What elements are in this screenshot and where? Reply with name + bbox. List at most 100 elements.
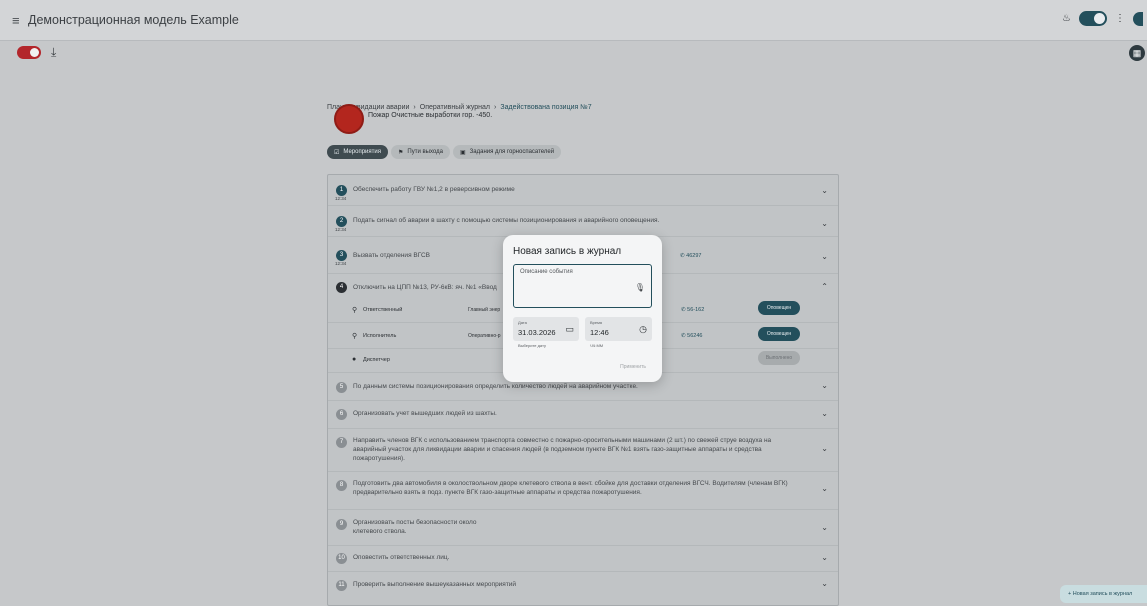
phone-number-text: 56246 xyxy=(687,333,703,339)
notified-button[interactable]: Оповещен xyxy=(758,301,800,315)
list-item[interactable]: 1 12:34 Обеспечить работу ГВУ №1,2 в рев… xyxy=(328,175,838,206)
executor-label: Исполнитель xyxy=(363,333,397,339)
clipboard-icon: ▣ xyxy=(459,149,466,156)
list-item[interactable]: 7 Направить членов ВГК с использованием … xyxy=(328,429,838,472)
phone-number[interactable]: ✆ 56246 xyxy=(681,333,702,339)
microphone-icon[interactable]: 🎙 xyxy=(635,283,645,292)
step-number: 3 xyxy=(336,250,347,261)
chevron-down-icon[interactable]: ⌄ xyxy=(821,381,828,390)
chevron-down-icon[interactable]: ⌄ xyxy=(821,252,828,261)
chevron-down-icon[interactable]: ⌄ xyxy=(821,553,828,562)
user-icon[interactable] xyxy=(1133,11,1143,26)
step-number: 7 xyxy=(336,437,347,448)
time-field[interactable]: Время 12:46 ◷ xyxy=(585,317,652,341)
step-number: 8 xyxy=(336,480,347,491)
step-number: 9 xyxy=(336,519,347,530)
date-label: Дата xyxy=(518,320,527,325)
menu-icon[interactable]: ≡ xyxy=(12,13,20,28)
clock-icon[interactable]: ◷ xyxy=(639,324,647,335)
app-title: Демонстрационная модель Example xyxy=(28,13,239,27)
step-text: Подать сигнал об аварии в шахту с помощь… xyxy=(353,217,660,224)
chevron-right-icon: › xyxy=(494,104,497,111)
breadcrumb-item-current: Задействована позиция №7 xyxy=(500,104,592,111)
time-value: 12:46 xyxy=(590,328,609,337)
calendar-icon[interactable]: ▦ xyxy=(1129,45,1145,61)
more-vert-icon[interactable]: ⋮ xyxy=(1115,13,1125,24)
phone-number-text: 46297 xyxy=(686,253,702,259)
chevron-down-icon[interactable]: ⌄ xyxy=(821,409,828,418)
fab-label: Новая запись в журнал xyxy=(1072,591,1133,597)
description-placeholder: Описание события xyxy=(520,269,573,275)
check-circle-icon: ● xyxy=(352,356,357,363)
step-number: 10 xyxy=(336,553,347,564)
step-number: 5 xyxy=(336,382,347,393)
incident-title: Пожар Очистные выработки гор. -450. xyxy=(368,112,493,119)
list-item[interactable]: 6 Организовать учет вышедших людей из ша… xyxy=(328,401,838,429)
step-text: По данным системы позиционирования опред… xyxy=(353,383,638,390)
step-text: Подготовить два автомобиля в околостволь… xyxy=(353,480,788,496)
chevron-down-icon[interactable]: ⌄ xyxy=(821,186,828,195)
tab-measures[interactable]: ☑ Мероприятия xyxy=(327,145,389,159)
list-item[interactable]: 10 Оповестить ответственных лиц. ⌄ xyxy=(328,546,838,572)
step-number: 11 xyxy=(336,580,347,591)
tab-label: Пути выхода xyxy=(407,149,443,155)
done-button[interactable]: Выполнено xyxy=(758,351,800,365)
new-journal-entry-dialog: Новая запись в журнал Описание события 🎙… xyxy=(503,235,662,382)
flame-icon[interactable]: ♨ xyxy=(1062,13,1071,24)
responsible-value: Главный энер xyxy=(468,307,501,313)
breadcrumb-item-journal[interactable]: Оперативный журнал xyxy=(420,104,490,111)
person-icon: ⚲ xyxy=(352,307,358,314)
sub-toolbar: ⤓ ▦ xyxy=(0,41,1147,65)
top-app-bar: ≡ Демонстрационная модель Example ♨ ⋮ xyxy=(0,0,1147,41)
tab-bar: ☑ Мероприятия ⚑ Пути выхода ▣ Задания для г… xyxy=(327,145,562,159)
executor-value: Оперативно-р xyxy=(468,333,501,339)
new-journal-entry-button[interactable]: + Новая запись в журнал xyxy=(1060,585,1147,603)
breadcrumb: План ликвидации аварии › Оперативный журна… xyxy=(327,104,592,111)
tab-label: Задания для горноспасателей xyxy=(469,149,555,155)
step-time: 12:34 xyxy=(335,227,347,232)
dispatcher-label: Диспетчер xyxy=(363,357,390,363)
walking-icon: ⚑ xyxy=(398,149,404,156)
apply-button[interactable]: Применить xyxy=(620,364,646,370)
plus-icon: + xyxy=(1068,591,1072,597)
date-hint: Выберите дату xyxy=(518,343,546,348)
step-text: Проверить выполнение вышеуказанных мероп… xyxy=(353,581,517,588)
phone-number[interactable]: ✆ 56-162 xyxy=(681,307,704,313)
chevron-up-icon[interactable]: ⌃ xyxy=(821,282,828,291)
incident-status-icon xyxy=(334,104,364,134)
list-item[interactable]: 2 12:34 Подать сигнал об аварии в шахту … xyxy=(328,206,838,237)
responsible-label: Ответственный xyxy=(363,307,403,313)
chevron-down-icon[interactable]: ⌄ xyxy=(821,444,828,453)
chevron-down-icon[interactable]: ⌄ xyxy=(821,484,828,493)
time-hint: ЧЧ:ММ xyxy=(590,343,604,348)
check-square-icon: ☑ xyxy=(334,149,340,156)
step-number: 2 xyxy=(336,216,347,227)
phone-number[interactable]: ✆ 46297 xyxy=(680,253,701,259)
step-time: 12:34 xyxy=(335,196,347,201)
step-number: 1 xyxy=(336,185,347,196)
chevron-down-icon[interactable]: ⌄ xyxy=(821,219,828,228)
record-toggle[interactable] xyxy=(17,46,41,59)
list-item[interactable]: 8 Подготовить два автомобиля в околоство… xyxy=(328,472,838,510)
event-description-field[interactable]: Описание события 🎙 xyxy=(513,264,652,308)
list-item[interactable]: 11 Проверить выполнение вышеуказанных ме… xyxy=(328,572,838,599)
tab-exit-routes[interactable]: ⚑ Пути выхода xyxy=(391,145,450,159)
theme-toggle[interactable] xyxy=(1079,11,1107,26)
date-field[interactable]: Дата 31.03.2026 ▭ xyxy=(513,317,579,341)
person-icon: ⚲ xyxy=(352,333,358,340)
phone-icon: ✆ xyxy=(681,333,686,339)
step-text: Обеспечить работу ГВУ №1,2 в реверсивном… xyxy=(353,186,515,193)
chevron-down-icon[interactable]: ⌄ xyxy=(821,523,828,532)
tab-rescuer-tasks[interactable]: ▣ Задания для горноспасателей xyxy=(452,145,562,159)
chevron-down-icon[interactable]: ⌄ xyxy=(821,579,828,588)
step-text: Оповестить ответственных лиц. xyxy=(353,554,450,561)
phone-icon: ✆ xyxy=(681,307,686,313)
time-label: Время xyxy=(590,320,603,325)
download-icon[interactable]: ⤓ xyxy=(51,45,56,60)
notified-button[interactable]: Оповещен xyxy=(758,327,800,341)
list-item[interactable]: 9 Организовать посты безопасности около … xyxy=(328,510,838,546)
phone-number-text: 56-162 xyxy=(687,307,705,313)
date-value: 31.03.2026 xyxy=(518,328,556,337)
step-text: Организовать учет вышедших людей из шахт… xyxy=(353,410,497,417)
calendar-icon[interactable]: ▭ xyxy=(565,324,574,335)
